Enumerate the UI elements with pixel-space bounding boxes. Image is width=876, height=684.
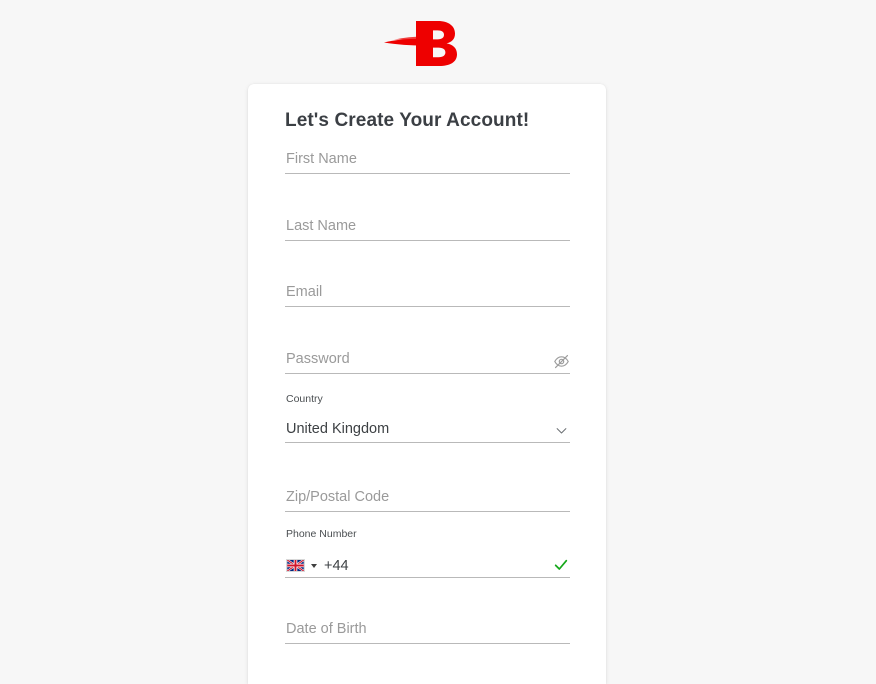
field-date-of-birth[interactable]: Date of Birth (285, 610, 570, 644)
uk-flag-icon (286, 559, 305, 573)
letter-b-swoosh-icon (378, 14, 498, 70)
field-underline (285, 173, 570, 174)
chevron-down-icon[interactable] (552, 421, 570, 439)
first-name-placeholder: First Name (286, 150, 357, 167)
field-phone-number[interactable]: Phone Number +44 (285, 529, 570, 578)
field-underline (285, 442, 570, 443)
country-value: United Kingdom (286, 420, 390, 437)
phone-number-label: Phone Number (286, 528, 357, 540)
brand-logo (0, 14, 876, 70)
signup-page: Let's Create Your Account! First Name La… (0, 0, 876, 684)
field-underline (285, 306, 570, 307)
valid-check-icon (552, 556, 570, 574)
field-underline (285, 240, 570, 241)
phone-dial-code: +44 (324, 557, 349, 574)
signup-card: Let's Create Your Account! First Name La… (248, 84, 606, 684)
field-country[interactable]: Country United Kingdom (285, 394, 570, 443)
field-underline (285, 643, 570, 644)
last-name-placeholder: Last Name (286, 217, 357, 234)
field-last-name[interactable]: Last Name (285, 207, 570, 241)
page-title: Let's Create Your Account! (285, 110, 530, 131)
phone-country-selector[interactable]: +44 (286, 557, 349, 574)
eye-off-icon[interactable] (552, 352, 570, 370)
field-underline (285, 577, 570, 578)
phone-country-caret-icon (311, 563, 317, 568)
date-of-birth-placeholder: Date of Birth (286, 620, 367, 637)
zip-postal-code-placeholder: Zip/Postal Code (286, 488, 390, 505)
field-underline (285, 511, 570, 512)
country-label: Country (286, 393, 323, 405)
password-placeholder: Password (286, 350, 350, 367)
field-first-name[interactable]: First Name (285, 140, 570, 174)
email-placeholder: Email (286, 283, 323, 300)
field-zip-postal-code[interactable]: Zip/Postal Code (285, 478, 570, 512)
field-password[interactable]: Password (285, 340, 570, 374)
field-email[interactable]: Email (285, 273, 570, 307)
field-underline (285, 373, 570, 374)
